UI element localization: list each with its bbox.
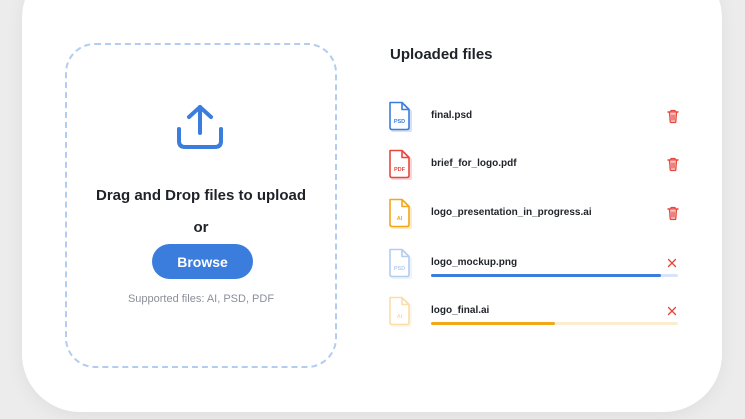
trash-icon — [667, 109, 679, 124]
upload-progress-bar — [431, 274, 678, 277]
upload-progress-bar — [431, 322, 678, 325]
delete-file-button[interactable] — [666, 108, 680, 124]
file-name: logo_mockup.png — [431, 257, 518, 268]
delete-file-button[interactable] — [666, 156, 680, 172]
upload-arrow-icon — [177, 105, 223, 149]
drop-zone-or: or — [193, 219, 209, 236]
trash-icon — [667, 206, 679, 221]
drop-zone[interactable]: Drag and Drop files to upload or Browse … — [65, 43, 337, 368]
file-row: AI logo_final.ai — [388, 296, 688, 332]
file-name: logo_final.ai — [431, 305, 490, 316]
file-type-label: AI — [397, 314, 403, 320]
uploaded-files-title: Uploaded files — [390, 46, 493, 63]
close-icon — [667, 306, 677, 316]
file-name: brief_for_logo.pdf — [431, 158, 517, 169]
file-name: logo_presentation_in_progress.ai — [431, 207, 592, 218]
file-document-icon: PDF — [389, 149, 412, 180]
file-row: PSD logo_mockup.png — [388, 248, 688, 284]
file-type-label: PSD — [394, 119, 405, 125]
upload-progress-fill — [431, 274, 661, 277]
cancel-upload-button[interactable] — [665, 304, 679, 318]
file-type-label: AI — [397, 216, 403, 222]
browse-button[interactable]: Browse — [152, 244, 253, 279]
upload-progress-fill — [431, 322, 555, 325]
drop-zone-title: Drag and Drop files to upload — [95, 187, 306, 204]
supported-files-text: Supported files: AI, PSD, PDF — [127, 293, 275, 305]
close-icon — [667, 258, 677, 268]
file-type-label: PDF — [394, 167, 406, 173]
trash-icon — [667, 157, 679, 172]
delete-file-button[interactable] — [666, 205, 680, 221]
file-document-icon: PSD — [389, 101, 412, 132]
file-row: AI logo_presentation_in_progress.ai — [388, 198, 688, 234]
file-document-icon: AI — [389, 296, 412, 327]
cancel-upload-button[interactable] — [665, 256, 679, 270]
file-row: PSD final.psd — [388, 101, 688, 137]
file-type-label: PSD — [394, 266, 405, 272]
file-document-icon: PSD — [389, 248, 412, 279]
file-row: PDF brief_for_logo.pdf — [388, 149, 688, 185]
file-name: final.psd — [431, 110, 473, 121]
file-document-icon: AI — [389, 198, 412, 229]
